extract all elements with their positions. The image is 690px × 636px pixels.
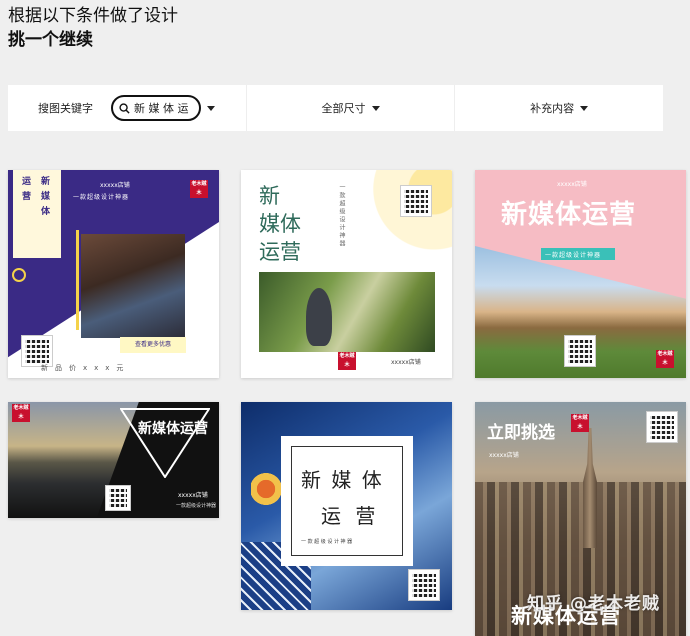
card6-shop: xxxxx店铺 (489, 452, 519, 459)
design-card-2[interactable]: 新 媒体 运营 一款超级设计神器 老木贼木 xxxxx店铺 (241, 170, 452, 378)
design-card-3[interactable]: xxxxx店铺 新媒体运营 一款超级设计神器 老木贼木 (475, 170, 686, 378)
card5-tagline: 一 款 超 级 设 计 神 器 (301, 539, 353, 545)
card1-tagline: 一款超级设计神器 (73, 194, 130, 201)
card2-title-line3: 运营 (259, 240, 301, 264)
card4-title: 新媒体运营 (138, 421, 208, 437)
card1-shop: xxxxx店铺 (100, 182, 130, 189)
card5-title-line1: 新 媒 体 (301, 468, 384, 492)
empire-state-tower (583, 428, 597, 548)
card4-shop: xxxxx店铺 (178, 492, 208, 499)
card4-qr-code (105, 485, 131, 511)
sunburst-decoration (361, 170, 452, 265)
chevron-down-icon (580, 105, 589, 111)
keyword-label: 搜图关键字 (38, 102, 93, 115)
supplement-filter-dropdown[interactable]: 补充内容 (455, 85, 663, 131)
card2-vertical-caption: 一款超级设计神器 (338, 184, 345, 248)
card2-qr-code (400, 185, 432, 217)
design-card-4[interactable]: 老木贼木 新媒体运营 xxxxx店铺 一款超级设计神器 (8, 402, 219, 518)
hot-air-balloon-image (251, 472, 281, 506)
size-filter-label: 全部尺寸 (321, 102, 366, 115)
keyword-value: 新 媒 体 运 (134, 102, 189, 115)
card3-qr-code (564, 335, 596, 367)
chevron-down-icon (371, 105, 380, 111)
supplement-filter-label: 补充内容 (530, 102, 575, 115)
search-icon (119, 102, 130, 114)
card2-seal: 老木贼木 (338, 352, 356, 370)
instruction-line-2: 挑一个继续 (8, 30, 93, 50)
keyword-search-input[interactable]: 新 媒 体 运 (111, 95, 201, 121)
keyword-filter: 搜图关键字 新 媒 体 运 (8, 85, 247, 131)
card1-qr-code (21, 335, 53, 367)
card2-title-line2: 媒体 (259, 212, 301, 236)
card1-cta[interactable]: 查看更多优惠 (120, 337, 186, 353)
card6-seal: 老木贼木 (571, 414, 589, 432)
yellow-circle-decoration (12, 268, 26, 282)
card1-seal: 老木贼木 (190, 180, 208, 198)
card1-vertical-left: 运营 (20, 176, 30, 206)
card3-seal: 老木贼木 (656, 350, 674, 368)
filter-bar: 搜图关键字 新 媒 体 运 全部尺寸 补充内容 (8, 85, 663, 131)
yellow-frame (76, 230, 79, 330)
card6-qr-code (646, 411, 678, 443)
screen: 根据以下条件做了设计 挑一个继续 搜图关键字 新 媒 体 运 全部尺寸 补充内容… (0, 0, 690, 636)
design-card-1[interactable]: 运营 新媒体 xxxxx店铺 一款超级设计神器 老木贼木 查看更多优惠 新 品 … (8, 170, 219, 378)
card4-seal: 老木贼木 (12, 404, 30, 422)
card1-vertical-right: 新媒体 (39, 176, 49, 221)
photo-heron (259, 272, 435, 352)
design-card-5[interactable]: 新 媒 体 运 营 一 款 超 级 设 计 神 器 (241, 402, 452, 610)
card3-tagline: 一款超级设计神器 (545, 252, 602, 259)
photo-man-on-sofa (81, 234, 185, 338)
instruction-line-1: 根据以下条件做了设计 (8, 6, 178, 26)
card3-title: 新媒体运营 (501, 200, 637, 230)
card4-tagline: 一款超级设计神器 (176, 503, 217, 509)
card1-price: 新 品 价 x x x 元 (41, 364, 124, 372)
card2-title-line1: 新 (259, 184, 280, 208)
card6-title: 立即挑选 (487, 423, 555, 443)
heron-silhouette (306, 288, 332, 346)
watermark: 知乎 @老木老贼 (527, 594, 660, 614)
card5-title-line2: 运 营 (321, 504, 380, 528)
size-filter-dropdown[interactable]: 全部尺寸 (247, 85, 456, 131)
card3-shop: xxxxx店铺 (557, 181, 587, 188)
card2-shop: xxxxx店铺 (391, 359, 421, 366)
chevron-down-icon[interactable] (207, 105, 215, 111)
card5-qr-code (408, 569, 440, 601)
